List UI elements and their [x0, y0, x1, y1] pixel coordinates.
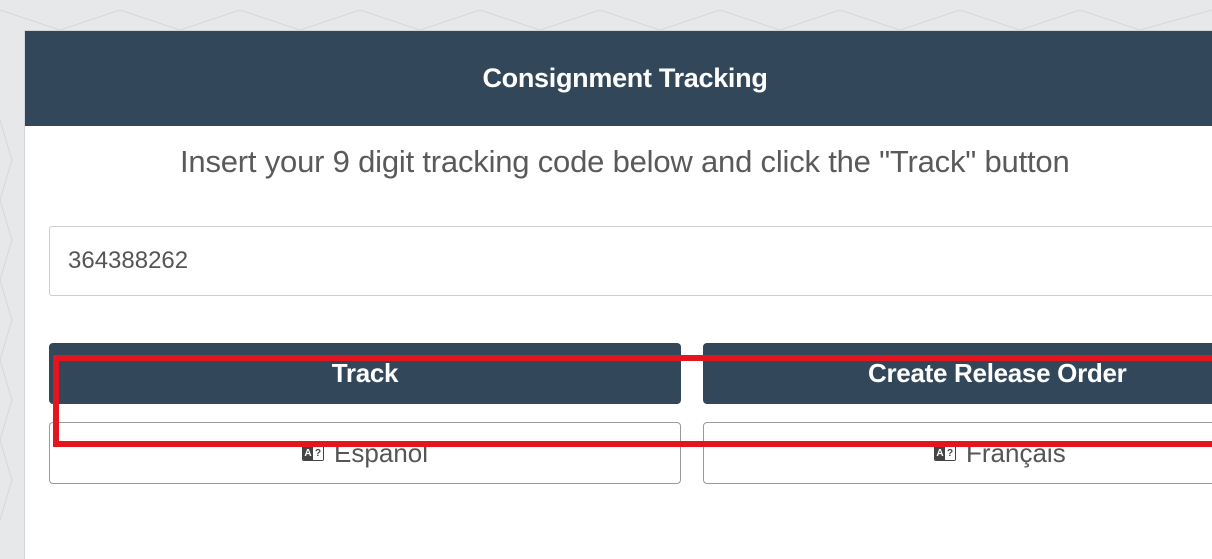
tracking-code-input[interactable] — [49, 226, 1212, 296]
spanish-language-button[interactable]: A? Español — [49, 422, 681, 484]
create-release-order-label: Create Release Order — [868, 358, 1127, 388]
spanish-label: Español — [334, 437, 428, 468]
language-icon: A? — [302, 445, 325, 461]
page-title: Consignment Tracking — [482, 63, 768, 93]
track-button-label: Track — [331, 358, 399, 388]
create-release-order-button[interactable]: Create Release Order — [703, 343, 1212, 404]
language-icon: A? — [934, 445, 956, 461]
french-language-button[interactable]: A? Français — [703, 422, 1212, 484]
instruction-text: Insert your 9 digit tracking code below … — [180, 144, 1070, 179]
french-label: Français — [966, 437, 1066, 468]
track-button[interactable]: Track — [49, 343, 681, 404]
card-header: Consignment Tracking — [25, 31, 1212, 126]
